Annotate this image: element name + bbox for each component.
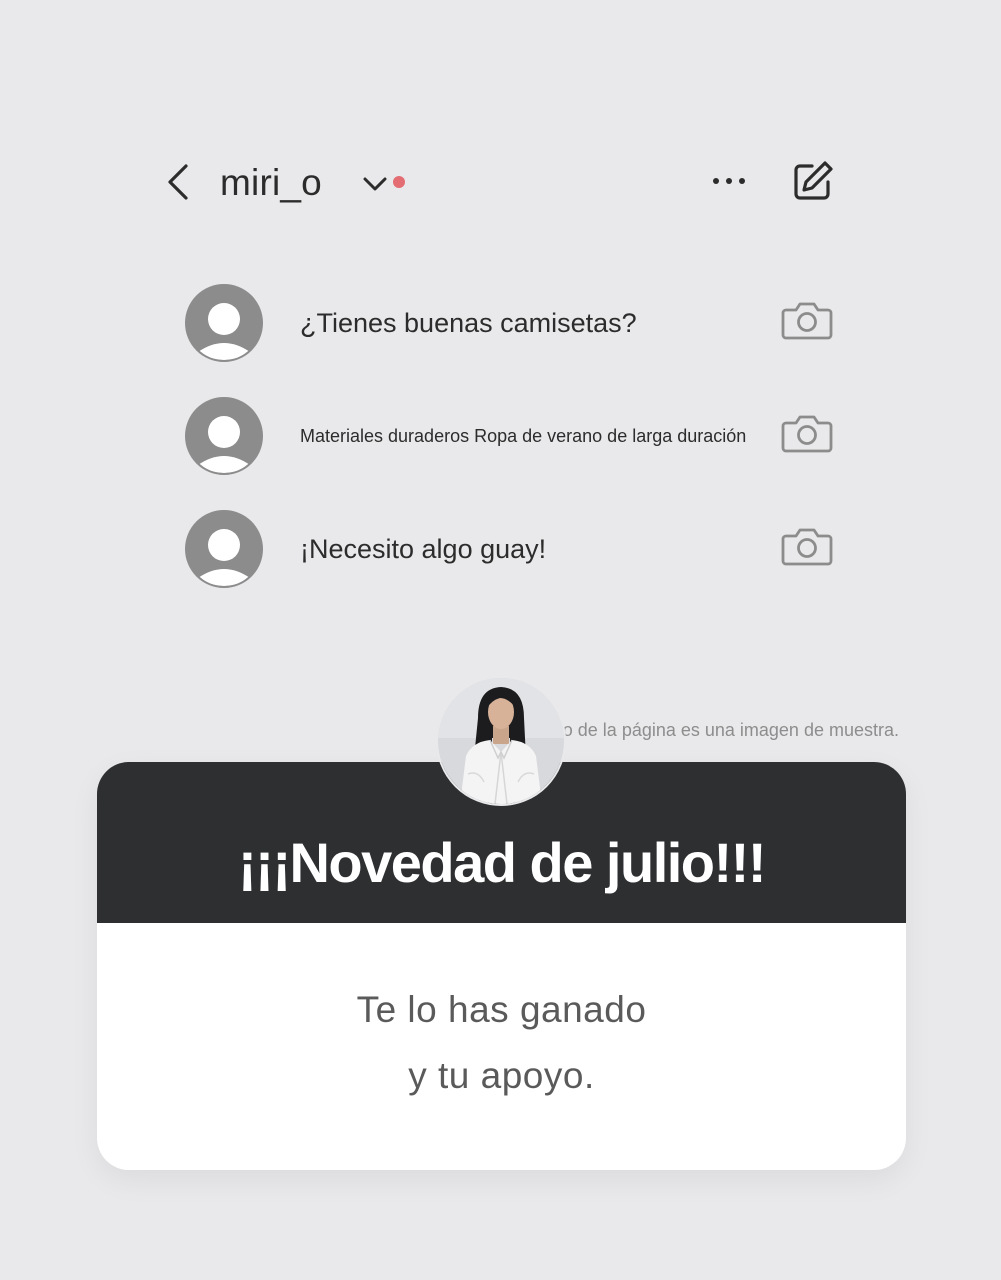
- back-button[interactable]: [160, 160, 200, 204]
- camera-icon[interactable]: [781, 411, 833, 455]
- notification-dot: [393, 176, 405, 188]
- message-thread[interactable]: ¡Necesito algo guay!: [185, 510, 845, 588]
- promo-line-2: y tu apoyo.: [408, 1054, 595, 1096]
- message-preview: ¡Necesito algo guay!: [300, 533, 547, 564]
- user-avatar-icon: [185, 397, 263, 475]
- username[interactable]: miri_o: [220, 160, 322, 206]
- user-avatar-icon: [185, 284, 263, 362]
- more-options-button[interactable]: [706, 166, 752, 196]
- user-avatar-icon: [185, 510, 263, 588]
- camera-icon[interactable]: [781, 298, 833, 342]
- message-preview: Materiales duraderos Ropa de verano de l…: [300, 425, 747, 446]
- portrait-image: [438, 678, 564, 804]
- message-preview: ¿Tienes buenas camisetas?: [300, 307, 637, 338]
- message-thread[interactable]: Materiales duraderos Ropa de verano de l…: [185, 397, 845, 475]
- promo-card-body: Te lo has ganado y tu apoyo.: [97, 923, 906, 1170]
- promo-title: ¡¡¡Novedad de julio!!!: [238, 831, 766, 894]
- more-horizontal-icon: [713, 178, 745, 184]
- promo-card: ¡¡¡Novedad de julio!!! Te lo has ganado …: [97, 762, 906, 1170]
- profile-photo: [436, 676, 566, 806]
- chevron-left-icon: [168, 164, 188, 200]
- message-list: ¿Tienes buenas camisetas? Materiales dur…: [185, 284, 845, 623]
- camera-icon[interactable]: [781, 524, 833, 568]
- account-switch-dropdown[interactable]: [360, 170, 390, 200]
- edit-icon: [794, 161, 833, 200]
- chevron-down-icon: [363, 177, 387, 191]
- new-message-button[interactable]: [790, 158, 836, 204]
- promo-line-1: Te lo has ganado: [356, 988, 647, 1030]
- message-thread[interactable]: ¿Tienes buenas camisetas?: [185, 284, 845, 362]
